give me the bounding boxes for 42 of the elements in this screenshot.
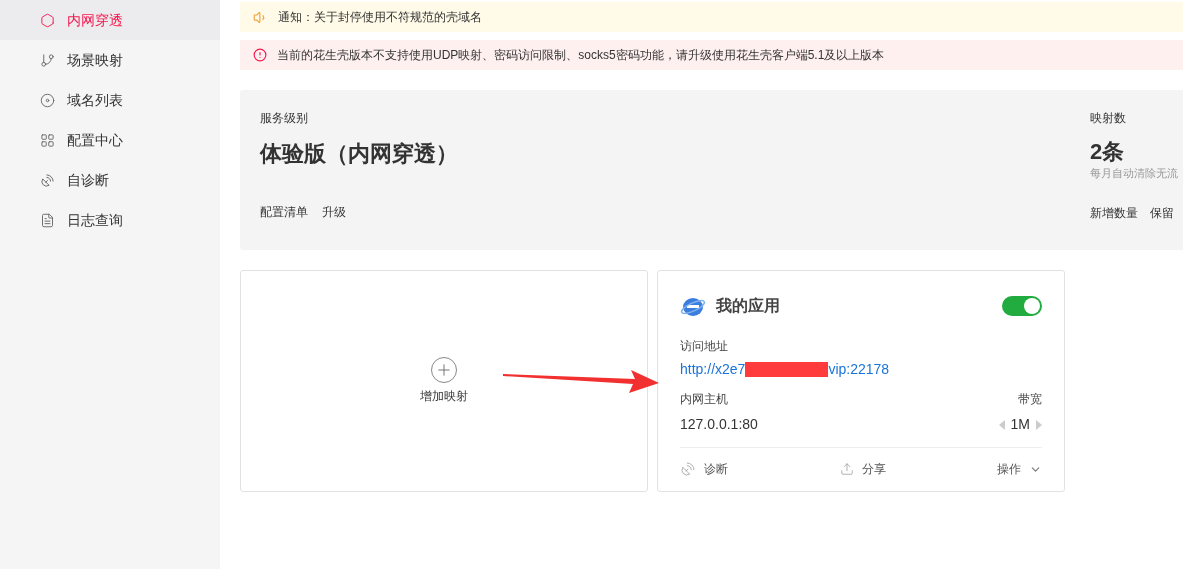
address-label: 访问地址 — [680, 338, 729, 355]
panel-link[interactable]: 升级 — [322, 203, 346, 221]
mapping-count: 2条 — [1090, 139, 1126, 165]
host-value: 127.0.0.1:80 — [680, 415, 758, 434]
notice-text: 当前的花生壳版本不支持使用UDP映射、密码访问限制、socks5密码功能，请升级使用花生壳客户端5.1及以上版本 — [277, 47, 885, 64]
action-link[interactable]: 分享 — [861, 460, 886, 478]
mapping-note: 每月自动清除无流 — [1090, 166, 1178, 181]
grid-icon — [40, 132, 55, 148]
app-name: 我的应用 — [716, 296, 780, 316]
bandwidth-label: 带宽 — [1018, 391, 1042, 408]
branch-icon — [40, 52, 55, 68]
sidebar-item[interactable]: 配置中心 — [0, 120, 220, 160]
mappings-label: 映射数 — [1090, 110, 1127, 127]
plan-name: 体验版（内网穿透） — [260, 140, 459, 168]
address-link[interactable]: http://x2e7 — [680, 359, 746, 380]
panel-link[interactable]: 新增数量 — [1090, 203, 1138, 222]
increase-icon[interactable] — [1036, 419, 1042, 430]
service-label: 服务级别 — [260, 110, 309, 127]
document-icon — [40, 212, 55, 228]
address-link[interactable]: vip:22178 — [828, 359, 890, 380]
add-mapping-label: 增加映射 — [420, 388, 468, 405]
notice-text: 通知：关于封停使用不符规范的壳域名 — [278, 9, 482, 26]
disc-icon — [40, 92, 55, 108]
action-link[interactable]: 诊断 — [704, 460, 728, 478]
bandwidth-value: 1M — [1010, 415, 1030, 434]
sidebar-item[interactable]: 场景映射 — [0, 40, 220, 80]
satellite-dish-icon — [40, 172, 55, 188]
alert-icon — [253, 48, 267, 62]
panel-link[interactable]: 配置清单 — [260, 203, 308, 221]
upload-icon — [839, 462, 854, 476]
satellite-dish-icon — [680, 461, 696, 477]
sidebar-item[interactable]: 日志查询 — [0, 200, 220, 240]
toggle-switch[interactable] — [1002, 296, 1042, 316]
action-link[interactable]: 操作 — [997, 460, 1021, 478]
sidebar-item[interactable]: 域名列表 — [0, 80, 220, 120]
hexagon-icon — [40, 12, 55, 28]
sidebar-item[interactable]: 内网穿透 — [0, 0, 220, 40]
host-label: 内网主机 — [680, 391, 728, 408]
add-mapping-card[interactable]: 增加映射 — [240, 270, 648, 492]
sidebar-item[interactable]: 自诊断 — [0, 160, 220, 200]
panel-link[interactable]: 保留 — [1150, 203, 1174, 222]
decrease-icon[interactable] — [998, 419, 1005, 430]
